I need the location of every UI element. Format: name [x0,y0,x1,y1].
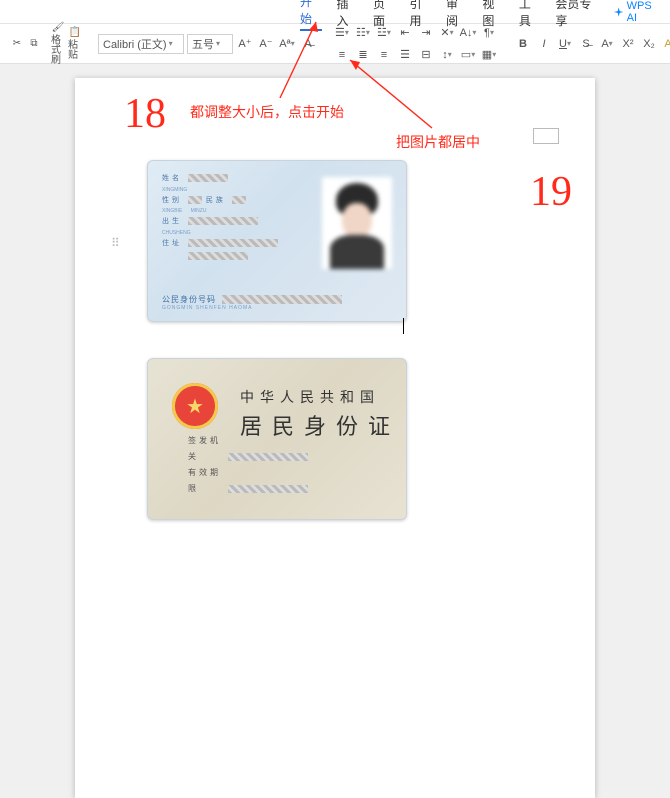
annotation-arrow-2 [0,0,670,553]
